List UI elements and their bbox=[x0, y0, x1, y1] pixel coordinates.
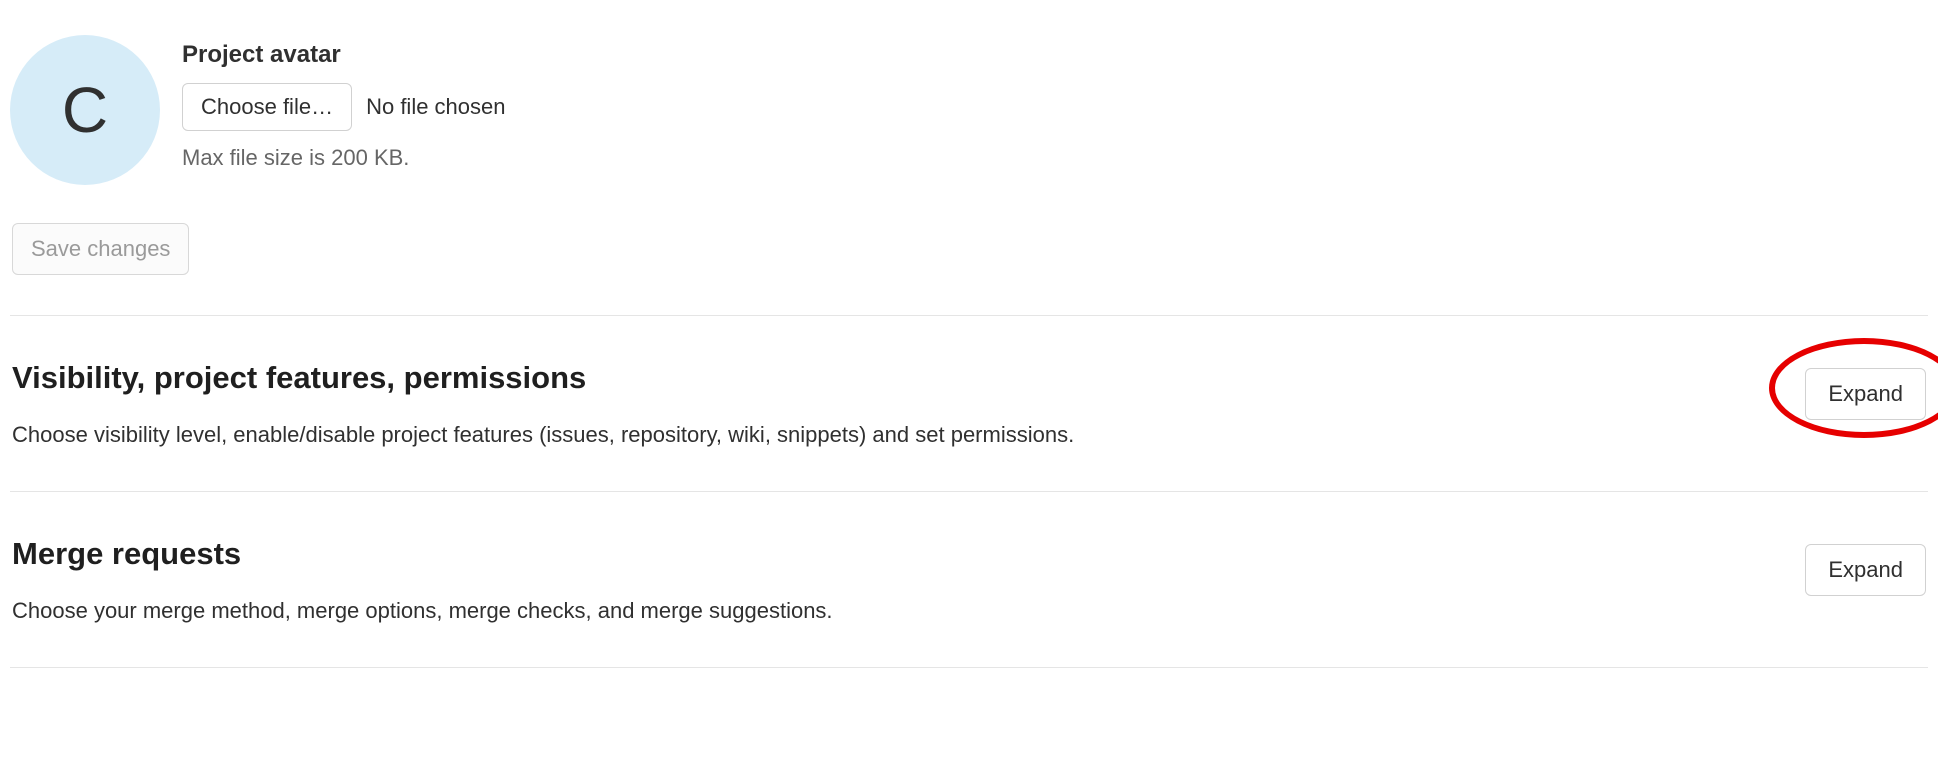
section-content: Merge requests Choose your merge method,… bbox=[12, 536, 1775, 627]
expand-button-wrap: Expand bbox=[1805, 360, 1926, 420]
expand-button-wrap: Expand bbox=[1805, 536, 1926, 596]
file-picker-row: Choose file… No file chosen bbox=[182, 83, 506, 131]
avatar: C bbox=[10, 35, 160, 185]
expand-button[interactable]: Expand bbox=[1805, 544, 1926, 596]
avatar-info: Project avatar Choose file… No file chos… bbox=[182, 35, 506, 171]
save-changes-button[interactable]: Save changes bbox=[12, 223, 189, 275]
avatar-help-text: Max file size is 200 KB. bbox=[182, 145, 506, 171]
section-title: Merge requests bbox=[12, 536, 1775, 572]
section-title: Visibility, project features, permission… bbox=[12, 360, 1775, 396]
choose-file-button[interactable]: Choose file… bbox=[182, 83, 352, 131]
expand-button[interactable]: Expand bbox=[1805, 368, 1926, 420]
project-avatar-section: C Project avatar Choose file… No file ch… bbox=[10, 10, 1928, 185]
section-content: Visibility, project features, permission… bbox=[12, 360, 1775, 451]
avatar-label: Project avatar bbox=[182, 41, 506, 69]
no-file-chosen-text: No file chosen bbox=[366, 94, 505, 120]
section-description: Choose your merge method, merge options,… bbox=[12, 596, 1775, 627]
section-description: Choose visibility level, enable/disable … bbox=[12, 420, 1775, 451]
section-visibility: Visibility, project features, permission… bbox=[10, 315, 1928, 491]
avatar-initial: C bbox=[62, 73, 108, 147]
section-merge-requests: Merge requests Choose your merge method,… bbox=[10, 491, 1928, 668]
